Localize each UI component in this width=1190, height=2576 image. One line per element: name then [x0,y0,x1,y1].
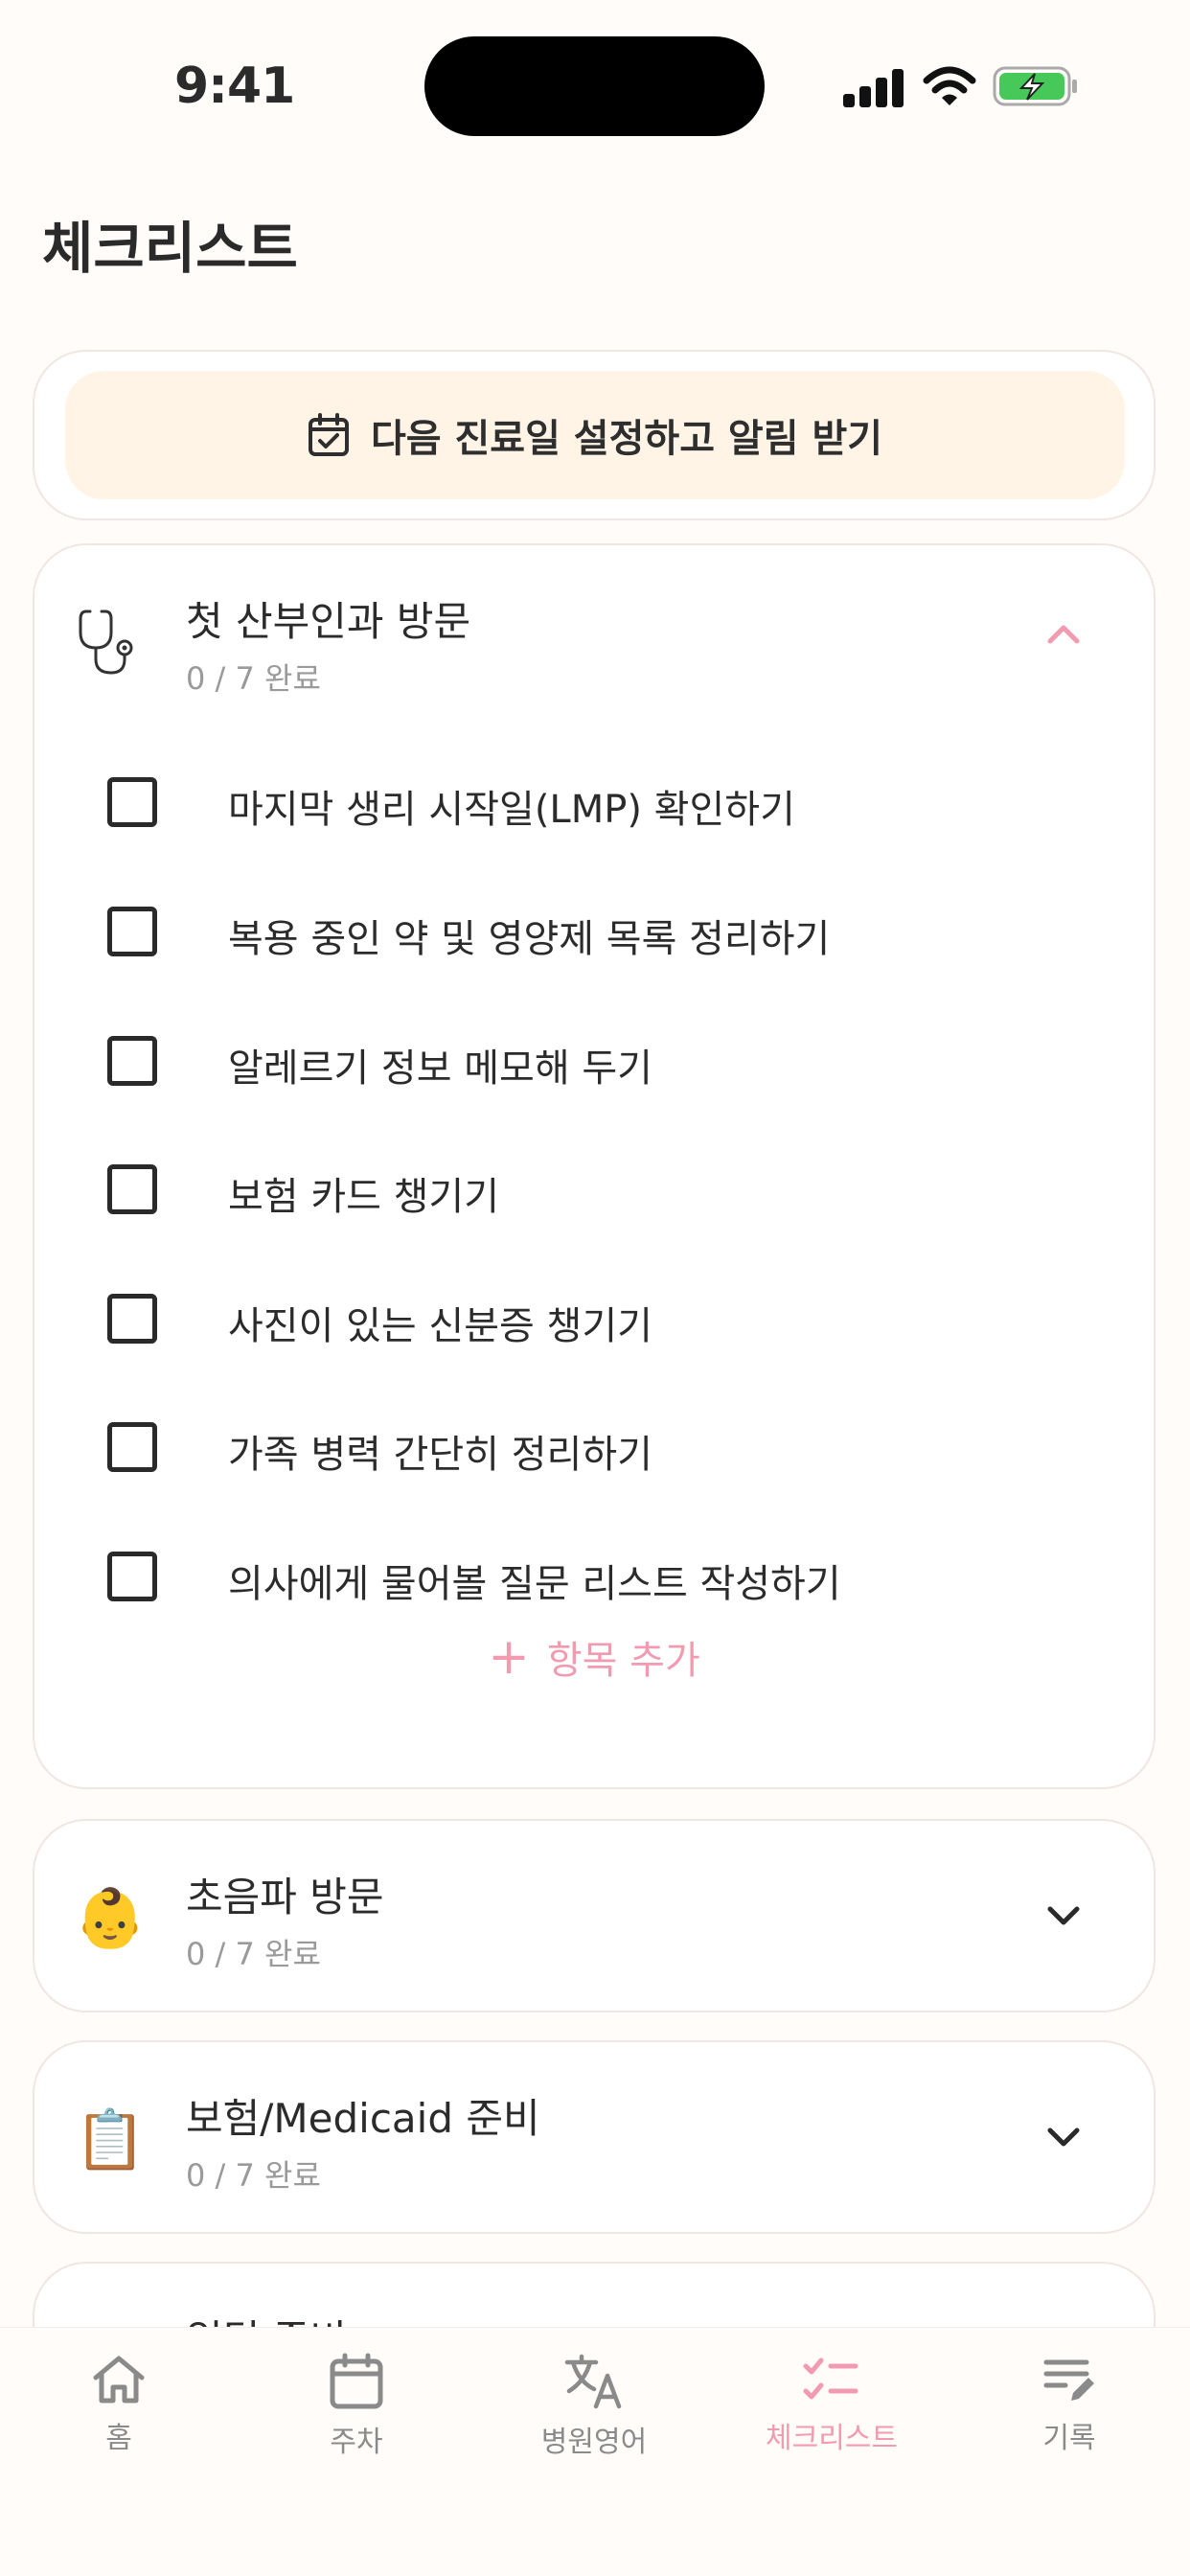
calendar-check-icon [308,413,349,456]
dynamic-island [424,36,765,136]
cellular-signal-icon [843,67,904,107]
nav-item-records[interactable]: 기록 [973,2353,1165,2477]
nav-item-checklist[interactable]: 체크리스트 [736,2353,927,2477]
checkbox[interactable] [107,1164,157,1214]
checklist-item[interactable]: 마지막 생리 시작일(LMP) 확인하기 [34,751,1154,857]
add-item-button[interactable]: + 항목 추가 [34,1619,1154,1695]
checklist-item[interactable]: 보험 카드 챙기기 [34,1138,1154,1244]
section-title: 첫 산부인과 방문 [186,598,471,645]
checkbox[interactable] [107,777,157,827]
section-title: 보험/Medicaid 준비 [186,2095,540,2142]
bottom-nav: 홈 주차 병원영어 체크리스트 기록 [0,2327,1190,2576]
clipboard-icon: 📋 [74,2105,147,2174]
calendar-icon [330,2353,383,2409]
wifi-icon [923,66,976,105]
checklist-item[interactable]: 복용 중인 약 및 영양제 목록 정리하기 [34,881,1154,986]
checkbox[interactable] [107,1294,157,1344]
chevron-down-icon[interactable] [1042,1896,1085,1938]
set-appointment-reminder-button[interactable]: 다음 진료일 설정하고 알림 받기 [65,371,1125,499]
home-icon [93,2356,145,2404]
checklist-item[interactable]: 가족 병력 간단히 정리하기 [34,1396,1154,1502]
checklist-item-label: 마지막 생리 시작일(LMP) 확인하기 [228,788,795,832]
section-header[interactable]: 첫 산부인과 방문 0 / 7 완료 [34,545,1154,737]
nav-label: 홈 [105,2422,132,2455]
checklist-section-first-visit: 첫 산부인과 방문 0 / 7 완료 마지막 생리 시작일(LMP) 확인하기 … [33,543,1156,1789]
section-title: 초음파 방문 [186,1874,384,1920]
checklist-section-insurance[interactable]: 📋 보험/Medicaid 준비 0 / 7 완료 [33,2040,1156,2234]
nav-label: 기록 [1042,2422,1096,2455]
plus-icon: + [488,1628,530,1686]
checklist-item[interactable]: 의사에게 물어볼 질문 리스트 작성하기 [34,1526,1154,1631]
checklist-item[interactable]: 알레르기 정보 메모해 두기 [34,1010,1154,1116]
chevron-down-icon[interactable] [1042,2117,1085,2159]
battery-charging-icon [993,66,1077,106]
page-title: 체크리스트 [42,216,298,281]
checklist-item-label: 가족 병력 간단히 정리하기 [228,1433,652,1477]
nav-item-week[interactable]: 주차 [261,2353,452,2477]
baby-emoji-icon: 👶 [74,1884,147,1952]
section-progress: 0 / 7 완료 [186,1936,321,1972]
nav-label: 체크리스트 [766,2422,898,2455]
chevron-up-icon[interactable] [1042,612,1085,655]
reminder-label: 다음 진료일 설정하고 알림 받기 [370,417,883,461]
checklist-item-label: 알레르기 정보 메모해 두기 [228,1046,652,1091]
checkbox[interactable] [107,1552,157,1601]
checklist-item-label: 사진이 있는 신분증 챙기기 [228,1304,652,1348]
checklist-item-label: 보험 카드 챙기기 [228,1175,500,1219]
reminder-card: 다음 진료일 설정하고 알림 받기 [33,350,1156,520]
checklist-section-ultrasound[interactable]: 👶 초음파 방문 0 / 7 완료 [33,1819,1156,2012]
nav-label: 주차 [330,2426,383,2459]
translate-icon [564,2354,622,2409]
nav-label: 병원영어 [540,2426,648,2459]
section-progress: 0 / 7 완료 [186,660,321,697]
checklist-item-label: 의사에게 물어볼 질문 리스트 작성하기 [228,1562,841,1606]
section-progress: 0 / 7 완료 [186,2157,321,2194]
checklist-icon [803,2358,858,2400]
checkbox[interactable] [107,1422,157,1472]
nav-item-medical-english[interactable]: 병원영어 [498,2353,690,2477]
checklist-item-label: 복용 중인 약 및 영양제 목록 정리하기 [228,917,831,961]
status-bar: 9:41 [0,0,1190,144]
nav-item-home[interactable]: 홈 [23,2353,215,2477]
checkbox[interactable] [107,907,157,956]
stethoscope-icon [73,605,148,679]
checkbox[interactable] [107,1036,157,1086]
checklist-item[interactable]: 사진이 있는 신분증 챙기기 [34,1268,1154,1373]
status-time: 9:41 [174,58,295,115]
notes-edit-icon [1043,2359,1094,2401]
add-item-label: 항목 추가 [546,1639,700,1683]
